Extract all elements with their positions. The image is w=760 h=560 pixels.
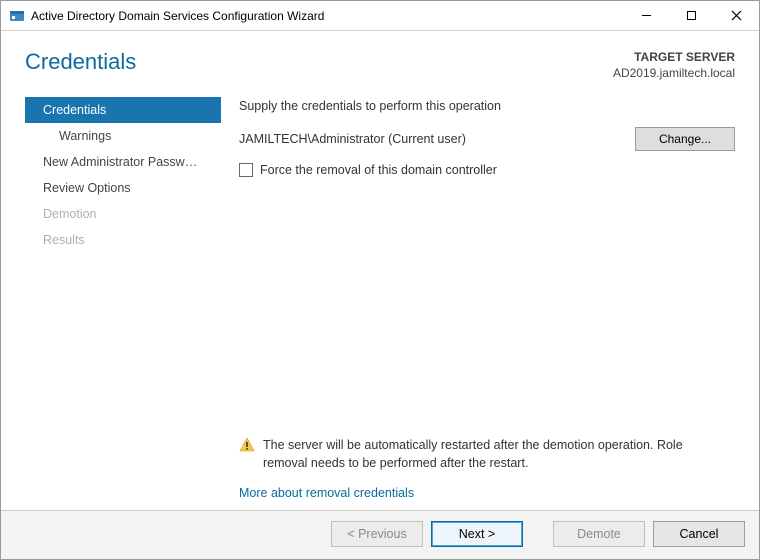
instruction-text: Supply the credentials to perform this o… — [239, 99, 735, 113]
body: Credentials Warnings New Administrator P… — [1, 87, 759, 510]
close-button[interactable] — [714, 1, 759, 30]
footer: < Previous Next > Demote Cancel — [1, 510, 759, 559]
wizard-window: Active Directory Domain Services Configu… — [0, 0, 760, 560]
gap — [531, 521, 545, 547]
app-icon — [9, 8, 25, 24]
next-button[interactable]: Next > — [431, 521, 523, 547]
titlebar: Active Directory Domain Services Configu… — [1, 1, 759, 31]
current-user-text: JAMILTECH\Administrator (Current user) — [239, 132, 635, 146]
spacer — [239, 177, 735, 437]
header-row: Credentials TARGET SERVER AD2019.jamilte… — [1, 31, 759, 87]
more-link[interactable]: More about removal credentials — [239, 486, 735, 500]
target-server-name: AD2019.jamiltech.local — [613, 65, 735, 81]
sidebar-item-warnings[interactable]: Warnings — [25, 123, 221, 149]
target-server: TARGET SERVER AD2019.jamiltech.local — [613, 49, 735, 81]
warning-icon — [239, 437, 255, 453]
sidebar-item-review-options[interactable]: Review Options — [25, 175, 221, 201]
main-panel: Supply the credentials to perform this o… — [221, 91, 735, 510]
sidebar: Credentials Warnings New Administrator P… — [25, 91, 221, 510]
sidebar-item-results: Results — [25, 227, 221, 253]
demote-button: Demote — [553, 521, 645, 547]
warning-text: The server will be automatically restart… — [263, 437, 729, 472]
force-removal-row: Force the removal of this domain control… — [239, 163, 735, 177]
previous-button: < Previous — [331, 521, 423, 547]
cancel-button[interactable]: Cancel — [653, 521, 745, 547]
credentials-row: JAMILTECH\Administrator (Current user) C… — [239, 127, 735, 151]
window-controls — [624, 1, 759, 30]
warning-row: The server will be automatically restart… — [239, 437, 735, 472]
minimize-button[interactable] — [624, 1, 669, 30]
maximize-button[interactable] — [669, 1, 714, 30]
change-button[interactable]: Change... — [635, 127, 735, 151]
force-removal-label: Force the removal of this domain control… — [260, 163, 497, 177]
page-title: Credentials — [25, 49, 613, 75]
sidebar-item-new-admin-password[interactable]: New Administrator Passw… — [25, 149, 221, 175]
target-server-label: TARGET SERVER — [613, 49, 735, 65]
sidebar-item-demotion: Demotion — [25, 201, 221, 227]
sidebar-item-credentials[interactable]: Credentials — [25, 97, 221, 123]
window-title: Active Directory Domain Services Configu… — [31, 9, 624, 23]
force-removal-checkbox[interactable] — [239, 163, 253, 177]
